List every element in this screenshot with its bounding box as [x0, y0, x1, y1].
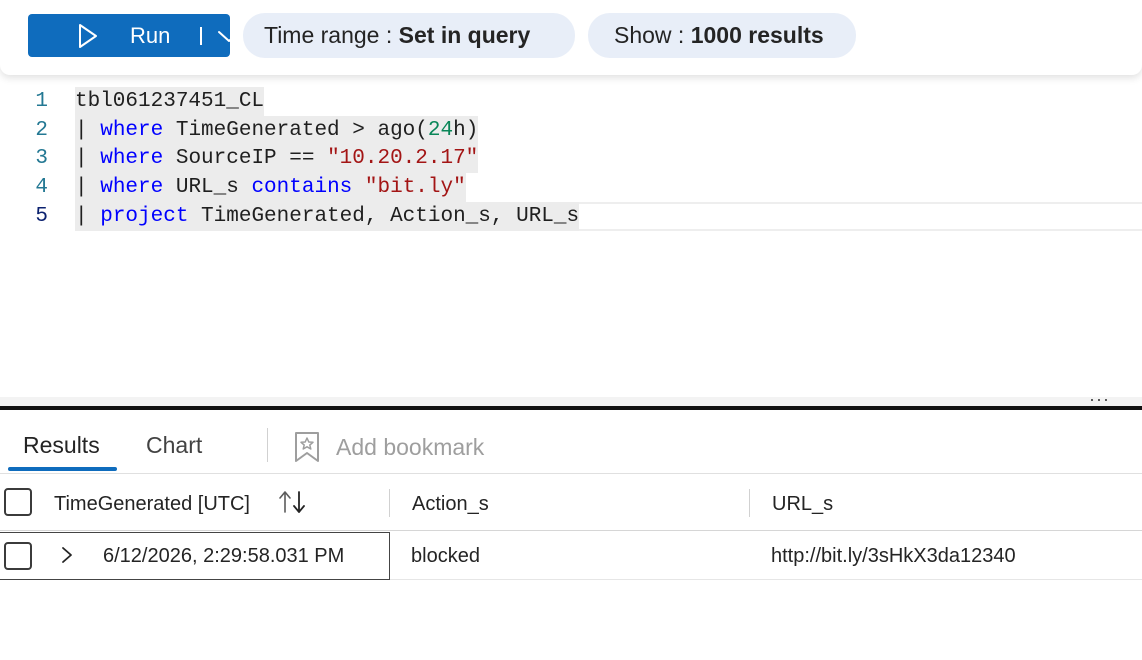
results-tabbar: Results Chart Add bookmark: [0, 410, 1142, 474]
code-text[interactable]: | where URL_s contains "bit.ly": [75, 173, 466, 203]
play-icon: [79, 24, 97, 48]
chevron-right-icon[interactable]: [60, 546, 74, 564]
column-header-url[interactable]: URL_s: [772, 492, 833, 516]
keyword-token: where: [100, 176, 164, 200]
time-range-value: Set in query: [398, 22, 531, 48]
code-token: tbl061237451_CL: [75, 90, 265, 113]
tab-results[interactable]: Results: [23, 431, 100, 459]
time-range-label: Time range :: [264, 22, 399, 48]
show-results-value: 1000 results: [690, 22, 824, 48]
keyword-token: where: [100, 147, 164, 171]
cell-url[interactable]: http://bit.ly/3sHkX3da12340: [771, 544, 1016, 568]
select-all-checkbox[interactable]: [4, 488, 32, 516]
column-header-action[interactable]: Action_s: [412, 492, 489, 516]
code-token: |: [75, 176, 101, 200]
column-resize-handle[interactable]: [389, 489, 390, 517]
show-results-label: Show :: [614, 22, 691, 48]
line-number: 1: [35, 90, 48, 113]
row-checkbox[interactable]: [4, 542, 32, 570]
tab-chart[interactable]: Chart: [146, 431, 202, 459]
query-editor[interactable]: 1 tbl061237451_CL 2 | where TimeGenerated >…: [0, 80, 1142, 400]
column-header-timegenerated[interactable]: TimeGenerated [UTC]: [54, 492, 250, 516]
code-line[interactable]: 5 | project TimeGenerated, Action_s, URL_…: [0, 201, 1142, 231]
string-token: "10.20.2.17": [327, 147, 479, 171]
code-line[interactable]: 3 | where SourceIP == "10.20.2.17": [0, 144, 1142, 174]
code-text[interactable]: tbl061237451_CL: [75, 87, 265, 116]
code-token: TimeGenerated > ago(: [163, 118, 428, 142]
code-line[interactable]: 1 tbl061237451_CL: [0, 87, 1142, 116]
string-token: "bit.ly": [364, 176, 466, 200]
code-line[interactable]: 4 | where URL_s contains "bit.ly": [0, 173, 1142, 203]
code-token: |: [75, 118, 101, 142]
tab-separator: [267, 428, 268, 462]
line-number: 4: [35, 176, 48, 200]
code-text[interactable]: | project TimeGenerated, Action_s, URL_s: [75, 201, 580, 231]
code-token: TimeGenerated, Action_s, URL_s: [188, 204, 580, 228]
run-button[interactable]: Run: [28, 14, 240, 57]
code-token: h): [453, 118, 479, 142]
results-grid-header: TimeGenerated [UTC] Action_s URL_s: [0, 475, 1142, 531]
code-token: |: [75, 147, 101, 171]
code-line[interactable]: 2 | where TimeGenerated > ago(24h): [0, 115, 1142, 145]
keyword-token: contains: [251, 176, 353, 200]
code-token: SourceIP ==: [163, 147, 328, 171]
active-tab-indicator: [8, 467, 117, 471]
column-resize-handle[interactable]: [749, 489, 750, 517]
code-token: URL_s: [163, 176, 252, 200]
chevron-down-icon[interactable]: [216, 26, 242, 46]
bookmark-icon: [295, 432, 319, 462]
keyword-token: project: [100, 204, 189, 228]
line-number: 3: [35, 147, 48, 171]
run-button-divider: [200, 27, 202, 45]
run-label: Run: [130, 23, 171, 48]
sort-icon[interactable]: [278, 488, 308, 516]
time-range-button[interactable]: Time range : Set in query: [243, 13, 575, 58]
code-token: |: [75, 204, 101, 228]
show-results-button[interactable]: Show : 1000 results: [588, 13, 856, 58]
add-bookmark-button[interactable]: Add bookmark: [293, 431, 484, 463]
query-toolbar: Run Time range : Set in query Show : 100…: [0, 0, 1142, 75]
cell-timegenerated[interactable]: 6/12/2026, 2:29:58.031 PM: [103, 544, 344, 568]
table-row[interactable]: 6/12/2026, 2:29:58.031 PM blocked http:/…: [0, 532, 1142, 580]
number-token: 24: [427, 118, 454, 142]
keyword-token: where: [100, 118, 164, 142]
add-bookmark-label: Add bookmark: [336, 433, 485, 460]
code-text[interactable]: | where SourceIP == "10.20.2.17": [75, 144, 479, 174]
code-text[interactable]: | where TimeGenerated > ago(24h): [75, 115, 479, 145]
line-number: 2: [35, 118, 48, 142]
cell-action[interactable]: blocked: [411, 544, 480, 568]
line-number: 5: [35, 204, 48, 228]
